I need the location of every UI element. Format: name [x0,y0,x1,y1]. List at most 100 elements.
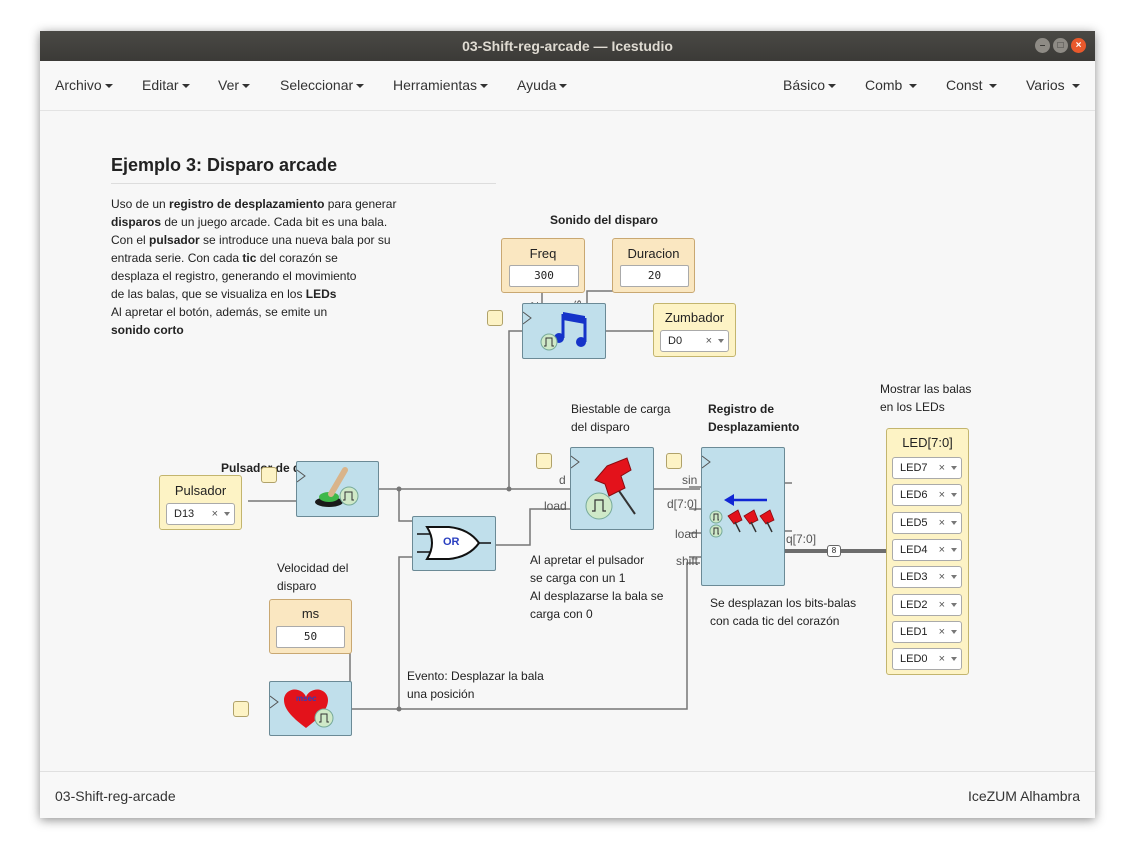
menu-seleccionar[interactable]: Seleccionar [280,77,365,93]
menu-editar[interactable]: Editar [142,77,190,93]
button-pin-select[interactable]: D13 × [166,503,235,525]
menu-ver[interactable]: Ver [218,77,251,93]
sound-module[interactable] [522,303,606,359]
description-text: se introduce una nueva bala por su [199,233,391,247]
button-module[interactable] [296,461,379,517]
pushpin-icon [570,455,636,520]
description-text: Con el [111,233,150,247]
caret-down-icon [909,84,918,89]
led-pin-select[interactable]: LED5 × [892,511,962,534]
led-pin-select[interactable]: LED4 × [892,538,962,561]
clear-icon[interactable]: × [939,458,945,478]
led-pin-select[interactable]: LED1 × [892,620,962,643]
menu-const[interactable]: Const [946,77,998,93]
clear-icon[interactable]: × [939,540,945,560]
clock-input[interactable] [666,453,682,469]
window-title: 03-Shift-reg-arcade — Icestudio [462,38,673,54]
latch-module[interactable] [570,447,654,530]
description-text: entrada serie. Con cada [111,251,243,265]
led-pin-select[interactable]: LED3 × [892,566,962,589]
description-text: para generar [324,197,397,211]
button-input[interactable]: Pulsador D13 × [159,475,242,530]
clock-input[interactable] [487,310,503,326]
freq-constant[interactable]: Freq 300 [501,238,585,293]
close-icon[interactable]: × [1071,38,1086,53]
status-bar: 03-Shift-reg-arcade IceZUM Alhambra [40,771,1095,818]
circuit-canvas[interactable]: Ejemplo 3: Disparo arcade Uso de un regi… [40,111,1095,771]
clear-icon[interactable]: × [939,485,945,505]
latch-heading-1: Biestable de carga [571,402,671,416]
button-pin: D13 [174,508,195,520]
menu-archivo[interactable]: Archivo [55,77,113,93]
description-text: disparos [111,215,162,229]
led-pin-select[interactable]: LED0 × [892,648,962,671]
ms-value[interactable]: 50 [276,626,345,648]
buzzer-pin: D0 [668,335,683,347]
menu-ayuda[interactable]: Ayuda [517,77,568,93]
duration-title: Duracion [627,246,680,261]
shift-register-module[interactable] [701,447,785,586]
example-description: Uso de un registro de desplazamiento par… [111,195,396,339]
led-pin-select[interactable]: LED2 × [892,593,962,616]
clear-icon[interactable]: × [212,504,218,524]
menu-varios[interactable]: Varios [1026,77,1080,93]
led-pin: LED4 [900,543,928,556]
menu-herramientas[interactable]: Herramientas [393,77,489,93]
clear-icon[interactable]: × [939,649,945,669]
port-d: d [559,473,566,487]
clock-input[interactable] [233,701,249,717]
dropdown-icon[interactable] [224,512,230,516]
heart-module[interactable]: msec [269,681,352,736]
duration-value[interactable]: 20 [620,265,689,287]
dropdown-icon[interactable] [951,657,957,662]
led-pin-select[interactable]: LED7 × [892,457,962,479]
led-pin: LED6 [900,489,928,502]
description-text: del corazón se [256,251,338,265]
speed-heading-1: Velocidad del [277,561,349,575]
description-line: Uso de un registro de desplazamiento par… [111,195,396,213]
menu-comb[interactable]: Comb [865,77,918,93]
description-line: disparos de un juego arcade. Cada bit es… [111,213,396,231]
ms-constant[interactable]: ms 50 [269,599,352,654]
description-text: desplaza el registro, generando el movim… [111,269,357,283]
freq-value[interactable]: 300 [509,265,579,287]
shiftreg-note-1: Se desplazan los bits-balas [710,596,857,610]
caret-down-icon [480,84,489,89]
menu-bar: Archivo Editar Ver Seleccionar Herramien… [40,61,1095,111]
clear-icon[interactable]: × [939,595,945,615]
menu-basico[interactable]: Básico [783,77,837,93]
led-pin: LED1 [900,625,928,638]
dropdown-icon[interactable] [951,575,957,580]
buzzer-pin-select[interactable]: D0 × [660,330,729,352]
description-text: Al apretar el botón, además, se emite un [111,305,328,319]
clear-icon[interactable]: × [939,567,945,587]
clock-input[interactable] [261,467,277,483]
led-output[interactable]: LED[7:0] LED7 × LED6 × LED5 × LED4 × LED3 × LED2 × L… [886,428,969,675]
port-load: load [544,499,567,513]
dropdown-icon[interactable] [951,493,957,498]
dropdown-icon[interactable] [951,629,957,634]
clear-icon[interactable]: × [939,513,945,533]
buzzer-output[interactable]: Zumbador D0 × [653,303,736,357]
duration-constant[interactable]: Duracion 20 [612,238,695,293]
dropdown-icon[interactable] [718,339,724,343]
clear-icon[interactable]: × [939,622,945,642]
event-note-1: Evento: Desplazar la bala [407,669,544,683]
page-title: Ejemplo 3: Disparo arcade [111,155,338,175]
clock-input[interactable] [536,453,552,469]
led-pin-select[interactable]: LED6 × [892,484,962,507]
dropdown-icon[interactable] [951,466,957,470]
clear-icon[interactable]: × [706,331,712,351]
description-line: Al apretar el botón, además, se emite un [111,303,396,321]
dropdown-icon[interactable] [951,520,957,525]
dropdown-icon[interactable] [951,547,957,552]
minimize-icon[interactable]: – [1035,38,1050,53]
maximize-icon[interactable]: □ [1053,38,1068,53]
dropdown-icon[interactable] [951,602,957,607]
or-gate[interactable]: OR [412,516,496,571]
menu-label: Comb [865,77,903,93]
port-shift: shift [676,554,699,568]
menu-label: Editar [142,77,179,93]
description-line: entrada serie. Con cada tic del corazón … [111,249,396,267]
port-d-bus: d[7:0] [667,497,698,511]
